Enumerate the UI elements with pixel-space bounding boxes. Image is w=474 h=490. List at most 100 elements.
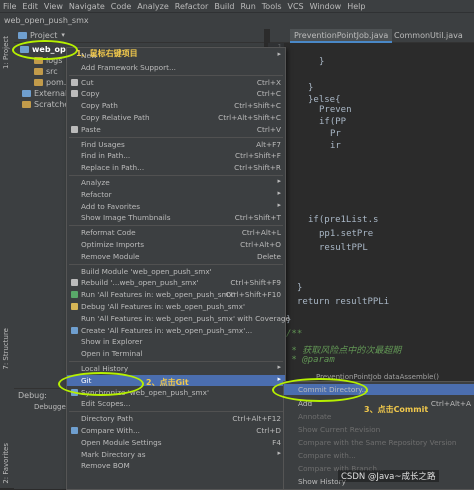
menu-edit[interactable]: Edit	[19, 2, 41, 11]
menu-view[interactable]: View	[41, 2, 66, 11]
code-line: }	[319, 57, 325, 67]
menu-file[interactable]: File	[0, 2, 19, 11]
folder-icon	[22, 90, 31, 97]
menu-item-replace-in-path[interactable]: Replace in Path... Ctrl+Shift+R	[67, 162, 285, 173]
tree-item-folder[interactable]: src	[34, 66, 58, 77]
menu-analyze[interactable]: Analyze	[134, 2, 172, 11]
menu-item-build-module-web-open-push-smx[interactable]: Build Module 'web_open_push_smx'	[67, 266, 285, 277]
menu-navigate[interactable]: Navigate	[66, 2, 108, 11]
menu-item-copy-relative-path[interactable]: Copy Relative Path Ctrl+Alt+Shift+C	[67, 112, 285, 123]
menu-item-debug-all-features-in-web-open-push-smx[interactable]: Debug 'All Features in: web_open_push_sm…	[67, 301, 285, 312]
git-menu-item-compare-with: Compare with...	[284, 450, 474, 461]
menu-item-find-in-path[interactable]: Find in Path... Ctrl+Shift+F	[67, 150, 285, 161]
code-line: if(PP	[319, 117, 347, 127]
menu-item-compare-with[interactable]: Compare With... Ctrl+D	[67, 425, 285, 436]
menu-item-reformat-code[interactable]: Reformat Code Ctrl+Alt+L	[67, 227, 285, 238]
menu-item-icon	[71, 125, 78, 133]
menu-item-label: Build Module 'web_open_push_smx'	[81, 266, 212, 276]
chevron-down-icon[interactable]: ▾	[61, 31, 65, 39]
menu-item-open-module-settings[interactable]: Open Module Settings F4	[67, 437, 285, 448]
menu-item-icon	[71, 415, 78, 422]
menu-item-label: Edit Scopes...	[81, 399, 131, 409]
menu-help[interactable]: Help	[344, 2, 368, 11]
menu-item-remove-bom[interactable]: Remove BOM	[67, 460, 285, 471]
debugger-tab[interactable]: Debugger	[34, 403, 69, 411]
menu-item-icon	[71, 326, 78, 334]
menu-item-refactor[interactable]: Refactor ▸	[67, 189, 285, 200]
menu-item-icon	[71, 439, 78, 446]
menu-item-remove-module[interactable]: Remove Module Delete	[67, 251, 285, 262]
menu-item-label: Remove Module	[81, 251, 140, 261]
menu-item-analyze[interactable]: Analyze ▸	[67, 177, 285, 188]
folder-icon	[22, 101, 31, 108]
tab-label: PreventionPointJob.java	[294, 30, 389, 40]
menu-separator	[69, 136, 283, 138]
menu-item-rebuild-web-open-push-smx[interactable]: Rebuild '...web_open_push_smx' Ctrl+Shift…	[67, 277, 285, 288]
menu-item-icon	[71, 279, 78, 287]
menu-code[interactable]: Code	[108, 2, 134, 11]
menu-item-icon	[71, 90, 78, 98]
menu-item-icon	[71, 152, 78, 159]
menu-item-label: Debug 'All Features in: web_open_push_sm…	[81, 302, 245, 311]
git-menu-item-label: Compare with the Same Repository Version	[298, 438, 457, 447]
menu-item-show-in-explorer[interactable]: Show in Explorer	[67, 336, 285, 347]
menu-item-edit-scopes[interactable]: Edit Scopes...	[67, 398, 285, 409]
menu-item-icon	[71, 365, 78, 372]
annotation-ellipse-project	[12, 40, 78, 60]
menu-item-shortcut: Ctrl+Alt+F12	[232, 414, 281, 424]
tab-common-util[interactable]: CommonUtil.java	[390, 29, 467, 41]
menu-item-add-to-favorites[interactable]: Add to Favorites ▸	[67, 201, 285, 212]
project-header-label[interactable]: Project	[30, 31, 57, 40]
menu-item-icon	[71, 114, 78, 121]
tab-prevention-point-job[interactable]: PreventionPointJob.java	[290, 29, 393, 43]
menu-item-label: Create 'All Features in: web_open_push_s…	[81, 325, 253, 335]
annotation-ellipse-commit	[272, 378, 368, 402]
menu-run[interactable]: Run	[237, 2, 258, 11]
menu-item-mark-directory-as[interactable]: Mark Directory as ▸	[67, 449, 285, 460]
menu-tools[interactable]: Tools	[259, 2, 285, 11]
menu-item-shortcut: Ctrl+X	[256, 77, 281, 87]
favorites-tool-tab[interactable]: 2: Favorites	[2, 443, 10, 484]
menu-item-label: Copy Path	[81, 101, 118, 111]
annotation-step3: 3、点击Commit	[364, 405, 429, 414]
annotation-step1: 1、鼠标右键项目	[76, 49, 138, 58]
menu-item-run-all-features-in-web-open-push-smx[interactable]: Run 'All Features in: web_open_push_smx'…	[67, 289, 285, 300]
submenu-arrow-icon: ▸	[277, 50, 281, 58]
menu-item-find-usages[interactable]: Find Usages Alt+F7	[67, 139, 285, 150]
menu-item-shortcut: Ctrl+Alt+L	[241, 228, 281, 238]
menu-refactor[interactable]: Refactor	[172, 2, 212, 11]
git-menu-item-compare-with-the-same-repository-version: Compare with the Same Repository Version	[284, 437, 474, 448]
structure-tool-tab[interactable]: 7: Structure	[2, 328, 10, 370]
menu-item-copy[interactable]: Copy Ctrl+C	[67, 88, 285, 99]
git-menu-item-label: Show Current Revision	[298, 425, 381, 434]
menu-build[interactable]: Build	[211, 2, 237, 11]
folder-icon	[34, 68, 43, 75]
menu-item-icon	[71, 64, 78, 71]
menu-item-shortcut: Ctrl+Shift+F10	[225, 290, 281, 300]
menu-item-label: Mark Directory as	[81, 449, 146, 459]
menu-item-show-image-thumbnails[interactable]: Show Image Thumbnails Ctrl+Shift+T	[67, 212, 285, 223]
menu-item-paste[interactable]: Paste Ctrl+V	[67, 124, 285, 135]
menu-item-icon	[71, 78, 78, 86]
menu-item-create-all-features-in-web-open-push-smx[interactable]: Create 'All Features in: web_open_push_s…	[67, 325, 285, 336]
menu-item-add-framework-support[interactable]: Add Framework Support...	[67, 62, 285, 73]
menu-item-optimize-imports[interactable]: Optimize Imports Ctrl+Alt+O	[67, 239, 285, 250]
menu-item-icon	[71, 451, 78, 458]
menu-separator	[69, 361, 283, 362]
menu-item-label: Run 'All Features in: web_open_push_smx'	[81, 290, 235, 300]
menu-item-cut[interactable]: Cut Ctrl+X	[67, 77, 285, 88]
menu-item-copy-path[interactable]: Copy Path Ctrl+Shift+C	[67, 100, 285, 111]
code-editor[interactable]: }}}else{Preven if(PP Pr ir if(pre1List.s pp1.…	[284, 43, 474, 373]
menu-window[interactable]: Window	[307, 2, 345, 11]
menu-item-label: Find in Path...	[81, 151, 131, 161]
menu-item-run-all-features-in-web-open-push-smx-with-coverage[interactable]: Run 'All Features in: web_open_push_smx'…	[67, 313, 290, 324]
menu-vcs[interactable]: VCS	[285, 2, 307, 11]
menu-item-icon	[71, 462, 78, 469]
code-line: * @param	[286, 355, 335, 365]
project-tool-tab[interactable]: 1: Project	[2, 36, 10, 69]
menu-item-icon	[71, 191, 78, 198]
menu-item-open-in-terminal[interactable]: Open in Terminal	[67, 348, 285, 359]
menu-item-directory-path[interactable]: Directory Path Ctrl+Alt+F12	[67, 413, 285, 424]
menu-item-label: Find Usages	[81, 139, 125, 149]
menu-item-shortcut: Ctrl+Shift+T	[234, 213, 281, 223]
